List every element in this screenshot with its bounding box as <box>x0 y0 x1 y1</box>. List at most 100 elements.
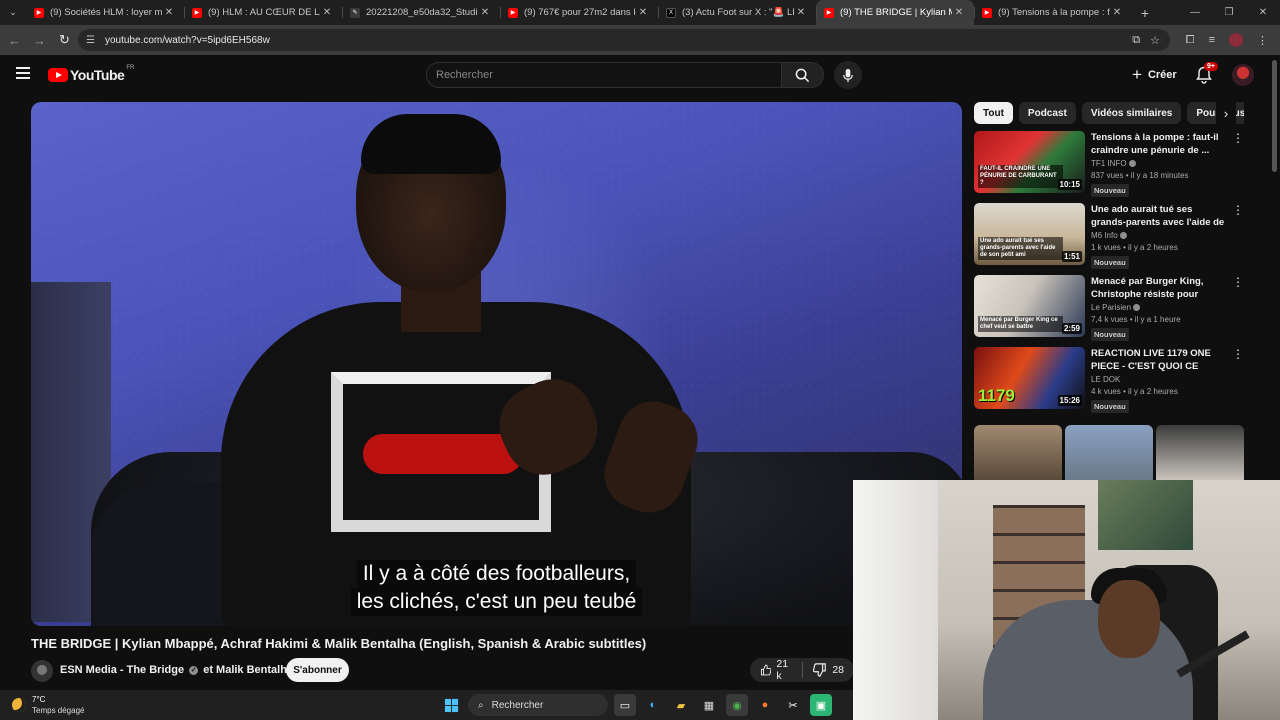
tab-search-button[interactable]: ⌄ <box>0 0 26 25</box>
windows-start-icon[interactable] <box>440 694 462 716</box>
search-input[interactable] <box>436 69 781 81</box>
create-button[interactable]: + Créer <box>1124 63 1185 87</box>
chevron-right-icon[interactable]: › <box>1216 102 1236 124</box>
more-options-icon[interactable]: ⋮ <box>1232 276 1244 288</box>
browser-tab[interactable]: ▶ (9) 767€ pour 27m2 dans le 11e✕ <box>500 0 658 25</box>
recommendation-item[interactable]: Menacé par Burger King ce chef veut se b… <box>974 275 1254 341</box>
browser-tab[interactable]: X (3) Actu Foot sur X : "🚨 LES 5✕ <box>658 0 816 25</box>
back-icon[interactable]: ← <box>2 33 27 48</box>
edge-icon[interactable]: ◐ <box>642 694 664 716</box>
browser-tab[interactable]: ▶ (9) Sociétés HLM : loyer modér✕ <box>26 0 184 25</box>
short-thumbnail[interactable] <box>1065 425 1153 480</box>
file-explorer-icon[interactable]: ▰ <box>670 694 692 716</box>
short-thumbnail[interactable] <box>1156 425 1244 480</box>
notifications-button[interactable]: 9+ <box>1196 62 1218 84</box>
youtube-icon: ▶ <box>192 7 202 18</box>
chip-podcast[interactable]: Podcast <box>1018 102 1076 124</box>
collaborator-name[interactable]: et Malik Bentalha <box>203 664 293 676</box>
close-icon[interactable]: ✕ <box>636 7 650 18</box>
install-app-icon[interactable]: ⧉ <box>1132 34 1140 47</box>
recommendation-item[interactable]: Une ado aurait tué ses grands-parents av… <box>974 203 1254 269</box>
dislike-button[interactable]: 28 <box>803 658 854 682</box>
close-icon[interactable]: ✕ <box>952 7 966 18</box>
verified-icon <box>1133 304 1141 312</box>
capcut-icon[interactable]: ✂ <box>782 694 804 716</box>
recommendation-channel[interactable]: TF1 INFO <box>1091 159 1229 168</box>
recommendation-channel[interactable]: LE DOK <box>1091 375 1229 384</box>
video-thumbnail[interactable]: Menacé par Burger King ce chef veut se b… <box>974 275 1085 337</box>
like-button[interactable]: 21 k <box>750 658 802 682</box>
channel-names[interactable]: ESN Media - The Bridge ✓ et Malik Bental… <box>60 664 293 676</box>
browser-tab-bar: ⌄ ▶(9) Sociétés HLM : loyer modér✕ ▶(9) … <box>0 0 1280 25</box>
recommendation-title[interactable]: Une ado aurait tué ses grands-parents av… <box>1091 203 1229 229</box>
close-window-icon[interactable]: ✕ <box>1246 7 1280 18</box>
address-bar[interactable]: ☰ youtube.com/watch?v=5ipd6EH568w ⧉ ☆ <box>78 29 1170 51</box>
restore-icon[interactable]: ❐ <box>1212 7 1246 18</box>
subscribe-button[interactable]: S'abonner <box>286 658 349 682</box>
temperature: 7°C <box>32 695 46 704</box>
minimize-icon[interactable]: — <box>1178 7 1212 18</box>
browser-menu-icon[interactable]: ⋮ <box>1257 34 1268 47</box>
recommendation-channel[interactable]: M6 Info <box>1091 231 1229 240</box>
video-thumbnail[interactable]: FAUT-IL CRAINDRE UNE PÉNURIE DE CARBURAN… <box>974 131 1085 193</box>
menu-icon[interactable] <box>16 67 30 79</box>
new-badge: Nouveau <box>1091 328 1129 341</box>
firefox-icon[interactable]: ● <box>754 694 776 716</box>
browser-toolbar: ← → ↻ ☰ youtube.com/watch?v=5ipd6EH568w … <box>0 25 1280 55</box>
taskbar-search[interactable]: ⌕ Rechercher <box>468 694 608 716</box>
recommendation-item[interactable]: 1179 15:26 REACTION LIVE 1179 ONE PIECE … <box>974 347 1254 414</box>
webcam-streamer-face <box>1098 580 1160 658</box>
video-thumbnail[interactable]: Une ado aurait tué ses grands-parents av… <box>974 203 1085 265</box>
recommendation-title[interactable]: Tensions à la pompe : faut-il craindre u… <box>1091 131 1229 157</box>
app-icon[interactable]: ▣ <box>810 694 832 716</box>
close-icon[interactable]: ✕ <box>162 7 176 18</box>
more-options-icon[interactable]: ⋮ <box>1232 132 1244 144</box>
chip-related[interactable]: Vidéos similaires <box>1081 102 1182 124</box>
browser-tab[interactable]: ▶ (9) HLM : AU CŒUR DE LA COR✕ <box>184 0 342 25</box>
close-icon[interactable]: ✕ <box>320 7 334 18</box>
browser-tab[interactable]: ✎ 20221208_e50da32_Studios Cé✕ <box>342 0 500 25</box>
youtube-logo[interactable]: YouTube FR <box>48 65 134 83</box>
extensions-icon[interactable]: ⧠ <box>1186 34 1195 47</box>
reload-icon[interactable]: ↻ <box>52 32 77 48</box>
account-avatar[interactable] <box>1232 64 1254 86</box>
recommendation-title[interactable]: REACTION LIVE 1179 ONE PIECE - C'EST QUO… <box>1091 347 1229 373</box>
forward-icon[interactable]: → <box>27 33 52 48</box>
video-title: THE BRIDGE | Kylian Mbappé, Achraf Hakim… <box>31 636 647 651</box>
voice-search-button[interactable] <box>834 61 862 89</box>
store-icon[interactable]: ▦ <box>698 694 720 716</box>
new-badge: Nouveau <box>1091 184 1129 197</box>
verified-icon <box>1128 160 1136 168</box>
close-icon[interactable]: ✕ <box>478 7 492 18</box>
close-icon[interactable]: ✕ <box>1110 7 1124 18</box>
chrome-icon[interactable]: ◉ <box>726 694 748 716</box>
recommendation-item[interactable]: FAUT-IL CRAINDRE UNE PÉNURIE DE CARBURAN… <box>974 131 1254 197</box>
webcam-overlay <box>853 480 1280 720</box>
chip-all[interactable]: Tout <box>974 102 1013 124</box>
bookmark-star-icon[interactable]: ☆ <box>1150 34 1160 47</box>
site-info-icon[interactable]: ☰ <box>86 35 95 46</box>
recommendation-title[interactable]: Menacé par Burger King, Christophe résis… <box>1091 275 1229 301</box>
new-tab-button[interactable]: + <box>1132 5 1158 21</box>
media-controls-icon[interactable]: ≡ <box>1209 34 1215 46</box>
browser-tab[interactable]: ▶ (9) Tensions à la pompe : faut-il✕ <box>974 0 1132 25</box>
channel-avatar[interactable] <box>31 660 53 682</box>
page-scrollbar[interactable] <box>1272 60 1277 172</box>
more-options-icon[interactable]: ⋮ <box>1232 204 1244 216</box>
task-view-icon[interactable]: ▭ <box>614 694 636 716</box>
thumbnail-caption: Une ado aurait tué ses grands-parents av… <box>978 237 1063 260</box>
profile-avatar-icon[interactable] <box>1229 33 1243 47</box>
video-player[interactable]: Il y a à côté des footballeurs, les clic… <box>31 102 962 626</box>
channel-name[interactable]: ESN Media - The Bridge <box>60 664 184 676</box>
browser-tab-active[interactable]: ▶ (9) THE BRIDGE | Kylian Mbapp✕ <box>816 0 974 25</box>
search-button[interactable] <box>782 62 824 88</box>
more-options-icon[interactable]: ⋮ <box>1232 348 1244 360</box>
thumbnail-caption: 1179 <box>978 386 1015 405</box>
close-icon[interactable]: ✕ <box>794 7 808 18</box>
video-thumbnail[interactable]: 1179 15:26 <box>974 347 1085 409</box>
weather-widget[interactable]: 7°C Temps dégagé <box>12 694 84 716</box>
tab-title: (3) Actu Foot sur X : "🚨 LES 5 <box>682 7 794 18</box>
short-thumbnail[interactable] <box>974 425 1062 480</box>
recommendation-info: REACTION LIVE 1179 ONE PIECE - C'EST QUO… <box>1091 347 1229 414</box>
recommendation-channel[interactable]: Le Parisien <box>1091 303 1229 312</box>
